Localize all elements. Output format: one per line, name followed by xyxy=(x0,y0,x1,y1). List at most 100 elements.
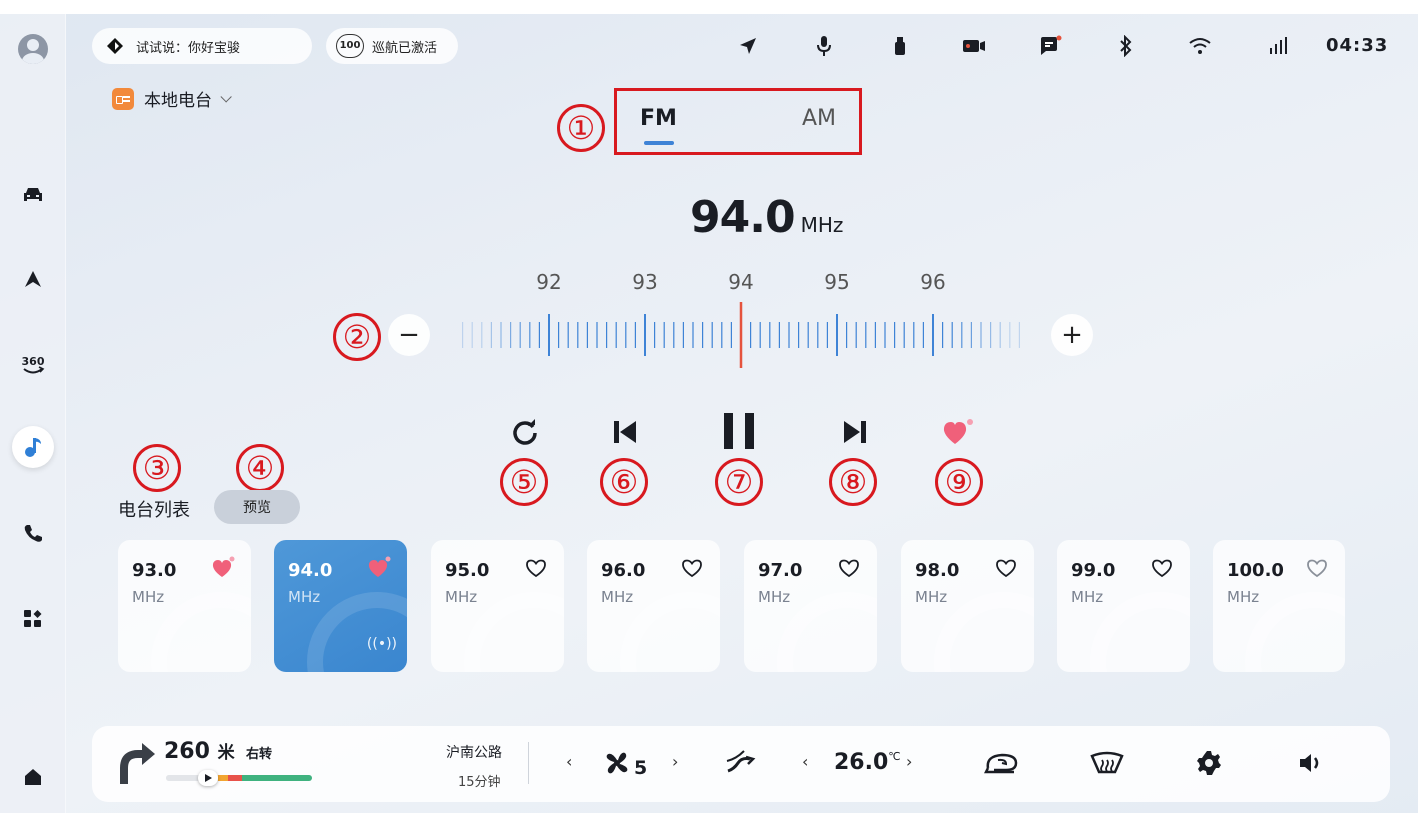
cruise-speed-value: 100 xyxy=(339,40,361,51)
station-card[interactable]: 95.0 MHz xyxy=(431,540,564,672)
location-icon xyxy=(736,34,760,58)
eta: 15分钟 xyxy=(458,775,501,790)
favorite-button[interactable] xyxy=(934,410,984,454)
tune-down-button[interactable]: − xyxy=(388,314,430,356)
previous-button[interactable] xyxy=(600,410,650,454)
cruise-pill[interactable]: 100 巡航已激活 xyxy=(326,28,458,64)
usb-icon xyxy=(888,34,912,58)
fan-level: 5 xyxy=(634,757,648,779)
heart-filled-icon[interactable] xyxy=(367,556,391,580)
station-card-active[interactable]: 94.0 MHz ((•)) xyxy=(274,540,407,672)
station-unit: MHz xyxy=(1227,588,1260,606)
temp-decrease-button[interactable]: ‹ xyxy=(802,752,808,771)
bottom-border xyxy=(0,813,1418,827)
heart-outline-icon[interactable] xyxy=(1150,556,1174,580)
avatar-icon xyxy=(18,34,48,64)
nav-direction: 右转 xyxy=(246,747,273,762)
apps-grid-icon xyxy=(24,610,42,627)
station-card[interactable]: 97.0 MHz xyxy=(744,540,877,672)
station-frequency: 98.0 xyxy=(915,560,960,581)
tab-am[interactable]: AM xyxy=(802,106,836,131)
tuner-scale[interactable] xyxy=(460,300,1030,370)
recirculation-icon[interactable] xyxy=(984,750,1020,776)
heart-outline-icon[interactable] xyxy=(994,556,1018,580)
heart-outline-icon[interactable] xyxy=(680,556,704,580)
station-card[interactable]: 93.0 MHz xyxy=(118,540,251,672)
next-icon xyxy=(844,421,866,443)
station-unit: MHz xyxy=(132,588,165,606)
scale-label: 95 xyxy=(824,270,850,294)
signal-icon xyxy=(1266,34,1290,58)
tab-fm[interactable]: FM xyxy=(640,106,677,131)
road-name: 沪南公路 xyxy=(446,745,502,761)
voice-hint-text: 试试说：你好宝骏 xyxy=(136,40,241,56)
camera-360-nav-item[interactable]: 360 xyxy=(12,344,54,386)
tune-up-button[interactable]: + xyxy=(1051,314,1093,356)
voice-hint-pill[interactable]: 试试说：你好宝骏 xyxy=(92,28,312,64)
refresh-button[interactable] xyxy=(500,410,550,454)
temperature-unit: ℃ xyxy=(888,750,901,763)
source-selector[interactable]: 本地电台 xyxy=(112,86,232,111)
station-card[interactable]: 98.0 MHz xyxy=(901,540,1034,672)
music-nav-item[interactable] xyxy=(12,426,54,468)
apps-nav-item[interactable] xyxy=(12,598,54,640)
navigation-arrow-icon xyxy=(25,271,41,287)
defrost-icon[interactable] xyxy=(1090,750,1124,776)
station-unit: MHz xyxy=(601,588,634,606)
car-icon xyxy=(24,188,42,201)
station-unit: MHz xyxy=(915,588,948,606)
pause-button[interactable] xyxy=(714,405,764,457)
preview-button[interactable]: 预览 xyxy=(214,490,300,524)
temp-increase-button[interactable]: › xyxy=(906,752,912,771)
fan-icon xyxy=(606,752,628,774)
card-decoration xyxy=(934,592,1034,672)
station-unit: MHz xyxy=(445,588,478,606)
heart-outline-icon[interactable] xyxy=(837,556,861,580)
top-border xyxy=(0,0,1418,14)
navigation-nav-item[interactable] xyxy=(12,258,54,300)
heart-outline-icon[interactable] xyxy=(524,556,548,580)
settings-gear-icon[interactable] xyxy=(1196,750,1222,776)
annotation-2: ② xyxy=(333,313,381,361)
station-frequency: 93.0 xyxy=(132,560,177,581)
wifi-icon xyxy=(1188,34,1212,58)
previous-icon xyxy=(614,421,636,443)
air-flow-icon[interactable] xyxy=(724,747,758,777)
chevron-down-icon xyxy=(220,90,232,103)
home-nav-item[interactable] xyxy=(12,756,54,798)
annotation-5: ⑤ xyxy=(500,458,548,506)
radio-icon xyxy=(112,87,134,110)
phone-nav-item[interactable] xyxy=(12,512,54,554)
route-progress xyxy=(166,775,312,781)
heart-filled-icon[interactable] xyxy=(211,556,235,580)
vehicle-nav-item[interactable] xyxy=(12,174,54,216)
temperature-display: 26.0℃ xyxy=(834,750,901,775)
annotation-6: ⑥ xyxy=(600,458,648,506)
volume-icon[interactable] xyxy=(1298,752,1326,774)
station-unit: MHz xyxy=(758,588,791,606)
refresh-icon xyxy=(513,419,537,445)
station-card[interactable]: 99.0 MHz xyxy=(1057,540,1190,672)
station-frequency: 94.0 xyxy=(288,560,333,581)
clock: 04:33 xyxy=(1326,35,1389,56)
next-button[interactable] xyxy=(830,410,880,454)
card-decoration xyxy=(151,592,251,672)
pause-icon xyxy=(724,413,754,449)
station-frequency: 99.0 xyxy=(1071,560,1116,581)
broadcast-icon: ((•)) xyxy=(366,636,397,652)
card-decoration xyxy=(464,592,564,672)
phone-icon xyxy=(24,525,42,542)
heart-outline-icon[interactable] xyxy=(1305,556,1329,580)
annotation-7: ⑦ xyxy=(715,458,763,506)
station-card[interactable]: 96.0 MHz xyxy=(587,540,720,672)
music-note-icon xyxy=(25,438,41,457)
annotation-4: ④ xyxy=(236,444,284,492)
station-card[interactable]: 100.0 MHz xyxy=(1213,540,1345,672)
route-position-marker xyxy=(198,770,218,786)
user-avatar[interactable] xyxy=(12,28,54,70)
camera-360-icon: 360 xyxy=(22,355,45,374)
fan-decrease-button[interactable]: ‹ xyxy=(566,752,572,771)
annotation-9: ⑨ xyxy=(935,458,983,506)
station-frequency: 96.0 xyxy=(601,560,646,581)
fan-increase-button[interactable]: › xyxy=(672,752,678,771)
